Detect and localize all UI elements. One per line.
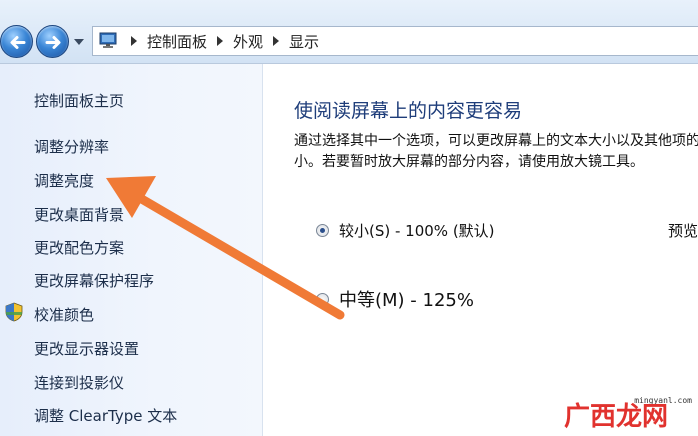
option-medium[interactable]: 中等(M) - 125% — [316, 286, 474, 312]
preview-label: 预览 — [668, 222, 698, 240]
sidebar: 控制面板主页 调整分辨率 调整亮度 更改桌面背景 更改配色方案 更改屏幕保护程序… — [0, 64, 263, 436]
option-smaller-label: 较小(S) - 100% (默认) — [339, 222, 495, 240]
option-smaller[interactable]: 较小(S) - 100% (默认) — [316, 220, 495, 241]
page-title: 使阅读屏幕上的内容更容易 — [294, 100, 523, 122]
shield-icon — [5, 302, 23, 322]
breadcrumb: 控制面板 外观 显示 — [121, 27, 319, 55]
address-bar[interactable]: 控制面板 外观 显示 — [92, 26, 698, 56]
sidebar-item-adjust-cleartype[interactable]: 调整 ClearType 文本 — [34, 405, 177, 426]
sidebar-item-change-display-settings[interactable]: 更改显示器设置 — [34, 338, 139, 359]
radio-medium[interactable] — [316, 292, 329, 306]
breadcrumb-appearance[interactable]: 外观 — [233, 31, 263, 52]
breadcrumb-separator-icon[interactable] — [217, 36, 224, 46]
radio-smaller[interactable] — [316, 224, 329, 237]
sidebar-item-adjust-brightness[interactable]: 调整亮度 — [34, 170, 94, 191]
main-content: 使阅读屏幕上的内容更容易 通过选择其中一个选项，可以更改屏幕上的文本大小以及其他… — [264, 64, 698, 436]
sidebar-item-change-screensaver[interactable]: 更改屏幕保护程序 — [34, 270, 154, 291]
sidebar-item-change-color-scheme[interactable]: 更改配色方案 — [34, 237, 124, 258]
computer-icon — [99, 32, 117, 48]
sidebar-item-control-panel-home[interactable]: 控制面板主页 — [34, 90, 124, 111]
sidebar-item-calibrate-color[interactable]: 校准颜色 — [34, 304, 94, 325]
page-description: 通过选择其中一个选项，可以更改屏幕上的文本大小以及其他项的大小。若要暂时放大屏幕… — [294, 133, 698, 170]
breadcrumb-display[interactable]: 显示 — [289, 31, 319, 52]
sidebar-item-adjust-resolution[interactable]: 调整分辨率 — [34, 136, 109, 157]
forward-arrow-icon — [45, 36, 61, 49]
option-medium-label: 中等(M) - 125% — [339, 290, 474, 311]
recent-pages-dropdown-icon[interactable] — [74, 39, 84, 46]
address-toolbar: 控制面板 外观 显示 — [0, 0, 698, 64]
sidebar-item-connect-projector[interactable]: 连接到投影仪 — [34, 372, 124, 393]
back-arrow-icon — [10, 36, 26, 49]
breadcrumb-separator-icon[interactable] — [273, 36, 280, 46]
sidebar-item-change-desktop-background[interactable]: 更改桌面背景 — [34, 204, 124, 225]
forward-button[interactable] — [36, 25, 69, 58]
breadcrumb-separator-icon[interactable] — [131, 36, 137, 46]
breadcrumb-control-panel[interactable]: 控制面板 — [147, 31, 207, 52]
back-button[interactable] — [0, 25, 33, 58]
watermark-brand: 广西龙网 — [564, 402, 669, 432]
